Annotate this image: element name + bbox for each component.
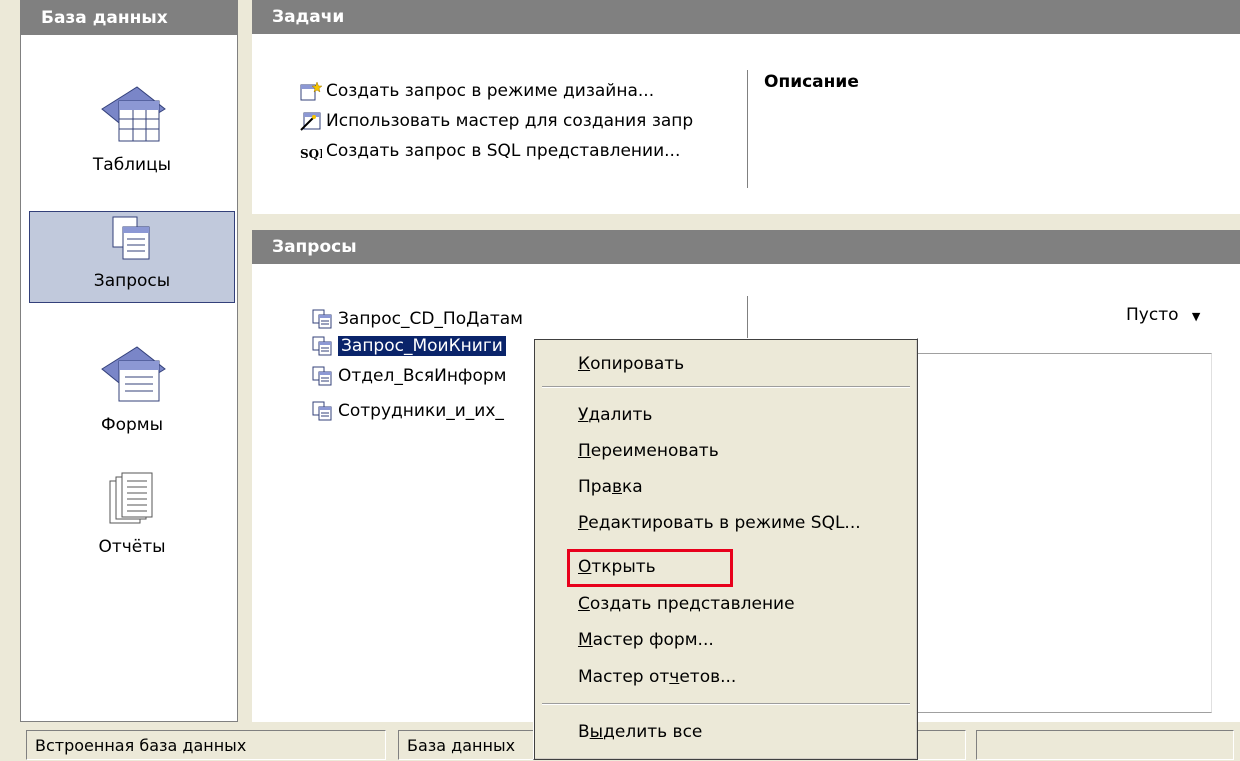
chevron-down-icon: ▼ (1191, 310, 1201, 323)
preview-dropdown[interactable]: Пусто ▼ (1126, 302, 1200, 328)
sidebar-item-label: Таблицы (92, 155, 172, 175)
preview-dropdown-value: Пусто (1126, 305, 1179, 325)
query-item[interactable]: Отдел_ВсяИнформ (312, 363, 506, 389)
task-wizard[interactable]: Использовать мастер для создания запр (300, 108, 693, 134)
menu-item-edit[interactable]: Правка (578, 472, 643, 502)
menu-item-edit-sql[interactable]: Редактировать в режиме SQL... (578, 508, 861, 538)
task-create-design[interactable]: Создать запрос в режиме дизайна... (300, 78, 654, 104)
query-item[interactable]: Запрос_CD_ПоДатам (312, 306, 523, 332)
query-icon (312, 401, 332, 421)
status-embedded-db: Встроенная база данных (26, 730, 386, 760)
menu-item-open[interactable]: Открыть (578, 552, 656, 582)
design-query-icon (300, 81, 322, 101)
sql-icon: SQL (300, 147, 322, 161)
query-icon (312, 366, 332, 386)
task-sql[interactable]: SQLСоздать запрос в SQL представлении... (300, 138, 680, 164)
menu-item-create-view[interactable]: Создать представление (578, 589, 795, 619)
menu-item-rename[interactable]: Переименовать (578, 436, 719, 466)
svg-text:SQL: SQL (300, 147, 322, 161)
menu-separator (542, 386, 910, 388)
tasks-divider (747, 70, 748, 188)
menu-item-select-all[interactable]: Выделить все (578, 717, 702, 747)
query-item[interactable]: Сотрудники_и_их_ (312, 398, 504, 424)
sidebar-item-label: Формы (100, 415, 164, 435)
sidebar-item-tables[interactable]: Таблицы (21, 79, 243, 175)
sidebar-item-reports[interactable]: Отчёты (21, 471, 243, 557)
sidebar-item-label: Запросы (93, 271, 171, 291)
tasks-panel: Задачи (252, 0, 1240, 214)
sidebar: База данных Таблицы Запросы Формы Отчёты (20, 0, 238, 722)
queries-header: Запросы (252, 230, 1240, 264)
menu-item-report-wizard[interactable]: Мастер отчетов... (578, 662, 736, 692)
menu-separator (542, 703, 910, 705)
preview-area (910, 353, 1212, 713)
wizard-icon (300, 112, 321, 131)
reports-icon (109, 472, 153, 524)
menu-item-form-wizard[interactable]: Мастер форм... (578, 625, 714, 655)
query-icon (312, 309, 332, 329)
status-field-4 (976, 730, 1234, 760)
sidebar-item-label: Отчёты (98, 537, 166, 557)
sidebar-item-forms[interactable]: Формы (21, 339, 243, 435)
forms-icon (101, 346, 166, 402)
menu-item-delete[interactable]: Удалить (578, 400, 652, 430)
tasks-header: Задачи (252, 0, 1240, 34)
queries-icon (112, 216, 150, 260)
menu-item-copy[interactable]: Копировать (578, 349, 684, 379)
sidebar-item-queries[interactable]: Запросы (21, 211, 243, 303)
context-menu: Копировать Удалить Переименовать Правка … (533, 338, 918, 760)
description-label: Описание (764, 72, 859, 92)
query-item-selected[interactable]: Запрос_МоиКниги (312, 333, 506, 359)
tables-icon (101, 86, 166, 142)
sidebar-header: База данных (21, 1, 237, 35)
query-icon (312, 336, 332, 356)
